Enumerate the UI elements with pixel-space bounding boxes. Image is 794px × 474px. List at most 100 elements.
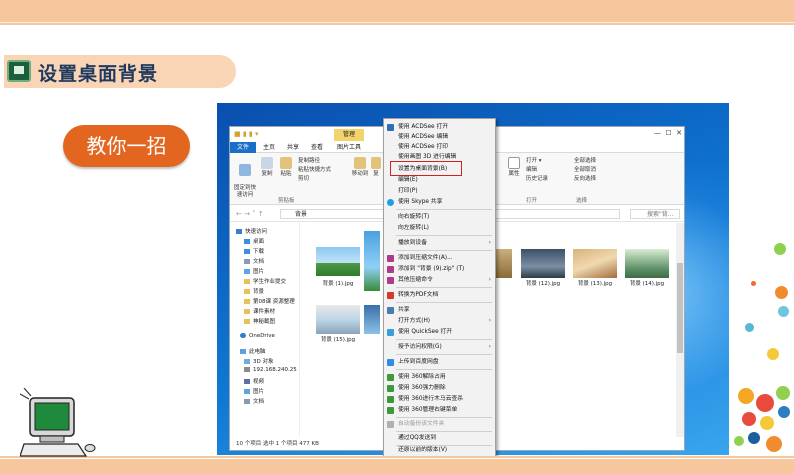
paste-shortcut-button[interactable]: 粘贴快捷方式 <box>298 166 331 174</box>
tab-share[interactable]: 共享 <box>284 142 302 153</box>
menu-item-quicksee[interactable]: 使用 QuickSee 打开 <box>384 327 495 337</box>
menu-separator <box>396 250 492 251</box>
nav-pc-item[interactable]: 192.168.240.25 <box>244 367 297 373</box>
move-to-button[interactable]: 移动到 <box>350 157 370 178</box>
menu-item-restore-previous[interactable]: 还原以前的版本(V) <box>384 445 495 455</box>
nav-item-downloads[interactable]: 下载 <box>244 247 264 255</box>
nav-label: 神秘截图 <box>253 319 276 325</box>
paste-button[interactable]: 粘贴 <box>277 157 295 178</box>
nav-this-pc[interactable]: 此电脑 <box>240 347 266 355</box>
menu-item-acdsee-print[interactable]: 使用 ACDSee 打印 <box>384 142 495 152</box>
nav-arrows[interactable]: ← → ˅ ↑ <box>236 210 264 218</box>
copy-to-button[interactable]: 复 <box>370 157 382 178</box>
vertical-scrollbar[interactable] <box>676 223 684 437</box>
menu-item-convert-pdf[interactable]: 转换为PDF文档 <box>384 290 495 300</box>
nav-item-folder[interactable]: 学生作业提交 <box>244 277 286 285</box>
nav-label: OneDrive <box>249 333 275 339</box>
image-thumbnail[interactable] <box>364 305 380 334</box>
chevron-right-icon: › <box>488 317 491 324</box>
select-none-button[interactable]: 全部取消 <box>574 166 596 174</box>
monitor-stand <box>39 435 65 443</box>
tab-picture-tools[interactable]: 图片工具 <box>334 142 364 153</box>
nav-item-pictures[interactable]: 图片 <box>244 267 264 275</box>
edit-button[interactable]: 编辑 <box>526 166 537 174</box>
decor-dot <box>751 281 756 286</box>
menu-item-rotate-right[interactable]: 向右旋转(T) <box>384 212 495 222</box>
monitor-icon <box>7 60 31 82</box>
tab-manage[interactable]: 管理 <box>334 129 364 141</box>
scroll-thumb[interactable] <box>677 263 683 353</box>
image-thumbnail[interactable] <box>625 249 669 278</box>
history-button[interactable]: 历史记录 <box>526 175 548 183</box>
menu-item-360-menu-manager[interactable]: 使用 360管理右键菜单 <box>384 405 495 415</box>
menu-item-print[interactable]: 打印(P) <box>384 186 495 196</box>
menu-item-360-delete[interactable]: 使用 360强力删除 <box>384 383 495 393</box>
menu-label: 向右旋转(T) <box>398 214 430 220</box>
folder-icon[interactable]: ■ ▮ ▮ ▾ <box>234 130 259 138</box>
select-all-button[interactable]: 全部选择 <box>574 157 596 165</box>
tip-button[interactable]: 教你一招 <box>63 125 190 167</box>
decor-dot <box>776 386 790 400</box>
nav-label: 下载 <box>253 249 265 255</box>
360-icon <box>387 374 394 381</box>
nav-pc-item[interactable]: 3D 对象 <box>244 357 273 365</box>
tab-file[interactable]: 文件 <box>230 142 256 153</box>
pdf-icon <box>387 292 394 299</box>
file-name: 背景 (15).jpg <box>320 337 356 343</box>
menu-item-other-compress[interactable]: 其他压缩命令 › <box>384 275 495 285</box>
menu-item-baidu-upload[interactable]: 上传到百度网盘 <box>384 357 495 367</box>
image-thumbnail[interactable] <box>316 305 360 334</box>
nav-item-desktop[interactable]: 桌面 <box>244 237 264 245</box>
chevron-right-icon: › <box>488 276 491 283</box>
nav-item-folder[interactable]: 第08课 资源整理 <box>244 297 295 305</box>
menu-item-add-to-zip[interactable]: 添加到 "背景 (9).zip" (T) <box>384 264 495 274</box>
menu-item-add-to-archive[interactable]: 添加到压缩文件(A)... <box>384 253 495 263</box>
menu-item-skype-share[interactable]: 使用 Skype 共享 <box>384 197 495 207</box>
pin-icon <box>239 164 251 176</box>
menu-item-360-unlock[interactable]: 使用 360解除占用 <box>384 372 495 382</box>
decor-dot <box>767 348 779 360</box>
image-thumbnail[interactable] <box>573 249 617 278</box>
document-icon <box>244 399 250 404</box>
invert-selection-button[interactable]: 反向选择 <box>574 175 596 183</box>
nav-onedrive[interactable]: OneDrive <box>240 333 275 339</box>
copy-button[interactable]: 复制 <box>258 157 276 178</box>
tab-home[interactable]: 主页 <box>260 142 278 153</box>
menu-item-acdsee-open[interactable]: 使用 ACDSee 打开 <box>384 122 495 132</box>
pin-quick-access-button[interactable]: 固定到快 速访问 <box>233 157 257 199</box>
menu-item-open-with[interactable]: 打开方式(H) › <box>384 316 495 326</box>
image-thumbnail[interactable] <box>316 247 360 276</box>
image-thumbnail[interactable] <box>521 249 565 278</box>
search-input[interactable]: 搜索"背... <box>630 209 680 219</box>
menu-label: 使用 ACDSee 打印 <box>398 144 449 150</box>
nav-item-folder[interactable]: 背景 <box>244 287 264 295</box>
menu-item-send-qq[interactable]: 通过QQ发送到 <box>384 433 495 443</box>
decor-dot <box>766 436 782 452</box>
nav-pc-item[interactable]: 图片 <box>244 387 264 395</box>
window-controls[interactable]: — ☐ ✕ <box>654 129 682 137</box>
menu-item-360-scan[interactable]: 使用 360进行木马云查杀 <box>384 394 495 404</box>
nav-item-folder[interactable]: 课件素材 <box>244 307 275 315</box>
nav-quick-access[interactable]: 快速访问 <box>236 227 267 235</box>
cut-button[interactable]: 剪切 <box>298 175 309 183</box>
menu-item-acdsee-edit[interactable]: 使用 ACDSee 编辑 <box>384 132 495 142</box>
nav-item-folder[interactable]: 神秘截图 <box>244 317 275 325</box>
menu-item-edit[interactable]: 编辑(E) <box>384 175 495 185</box>
menu-item-rotate-left[interactable]: 向左旋转(L) <box>384 223 495 233</box>
nav-pc-item[interactable]: 视频 <box>244 377 264 385</box>
bottom-band-stripe <box>0 458 794 459</box>
menu-item-grant-access[interactable]: 授予访问权限(G) › <box>384 342 495 352</box>
menu-item-share[interactable]: 共享 <box>384 305 495 315</box>
tab-view[interactable]: 查看 <box>308 142 326 153</box>
menu-item-auto-backup[interactable]: 自动备份该文件夹 <box>384 419 495 429</box>
copy-path-button[interactable]: 复制路径 <box>298 157 320 165</box>
nav-pc-item[interactable]: 文档 <box>244 397 264 405</box>
nav-item-documents[interactable]: 文档 <box>244 257 264 265</box>
menu-item-cast-to-device[interactable]: 播放到设备 › <box>384 238 495 248</box>
folder-icon <box>244 319 250 324</box>
image-thumbnail[interactable] <box>496 249 512 278</box>
open-button[interactable]: 打开 ▾ <box>526 157 542 165</box>
properties-button[interactable]: 属性 <box>506 157 522 178</box>
selected-image-thumbnail[interactable] <box>364 231 380 291</box>
menu-label: 编辑(E) <box>398 177 418 183</box>
